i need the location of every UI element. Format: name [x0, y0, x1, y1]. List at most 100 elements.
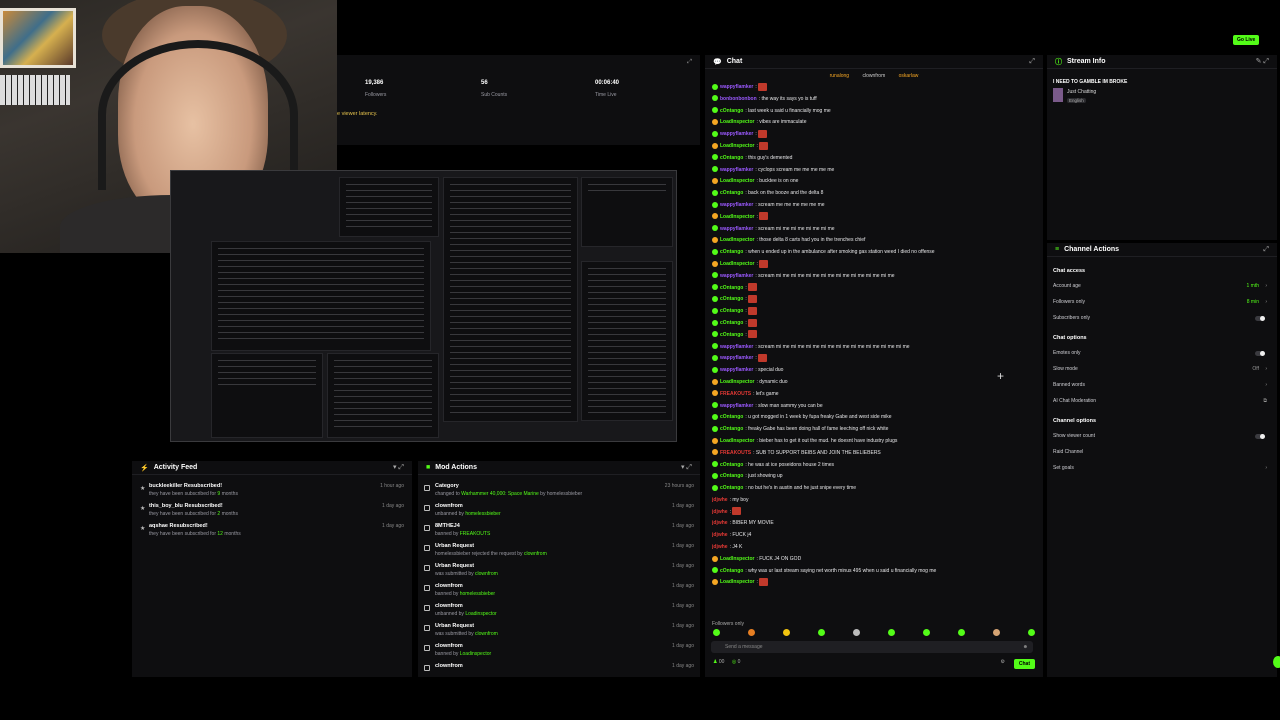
chat-username[interactable]: wappyflamker — [720, 167, 753, 173]
chat-username[interactable]: LoadInspector — [720, 556, 754, 562]
ai-moderation-row[interactable]: AI Chat Moderation ⧉ — [1053, 398, 1267, 408]
chat-username[interactable]: FREAKOUTS — [720, 391, 751, 397]
user-badge-icon — [712, 437, 718, 444]
expand-icon[interactable]: ⤢ — [1029, 58, 1035, 66]
emote-icon[interactable] — [713, 629, 720, 636]
viewer-count-toggle[interactable] — [1255, 434, 1265, 439]
chat-username[interactable]: LoadInspector — [720, 119, 754, 125]
star-icon: ★ — [140, 486, 146, 492]
emote-icon[interactable] — [853, 629, 860, 636]
expand-icon[interactable]: ⤢ — [1263, 246, 1269, 254]
chat-username[interactable]: LoadInspector — [720, 178, 754, 184]
go-live-button[interactable]: Go Live — [1233, 35, 1260, 45]
chat-message: cOntango: — [712, 283, 1037, 295]
chat-username[interactable]: wappyflamker — [720, 84, 753, 90]
chat-username[interactable]: wappyflamker — [720, 403, 753, 409]
chat-username[interactable]: wappyflamker — [720, 273, 753, 279]
chat-username[interactable]: cOntango — [720, 414, 743, 420]
chat-username[interactable]: LoadInspector — [720, 237, 754, 243]
user-badge-icon — [712, 579, 718, 586]
chat-username[interactable]: jdjwhe — [712, 497, 728, 503]
chat-username[interactable]: cOntango — [720, 285, 743, 291]
chat-username[interactable]: wappyflamker — [720, 344, 753, 350]
raid-channel-row[interactable]: Raid Channel — [1053, 449, 1267, 459]
chat-username[interactable]: LoadInspector — [720, 379, 754, 385]
chat-message: cOntango: why was ur last stream saying … — [712, 566, 1037, 578]
chat-username[interactable]: cOntango — [720, 108, 743, 114]
followers-only-row[interactable]: Followers only 8 min › — [1053, 299, 1267, 309]
filter-icon[interactable]: ▾ ⤢ — [393, 463, 404, 472]
chat-username[interactable]: wappyflamker — [720, 131, 753, 137]
chat-username[interactable]: cOntango — [720, 426, 743, 432]
stream-preview[interactable] — [170, 170, 677, 442]
chat-username[interactable]: LoadInspector — [720, 579, 754, 585]
chat-username[interactable]: wappyflamker — [720, 355, 753, 361]
subscribers-only-row[interactable]: Subscribers only — [1053, 315, 1267, 325]
floating-action-button[interactable] — [1273, 656, 1280, 668]
chat-username[interactable]: cOntango — [720, 190, 743, 196]
pinned-user[interactable]: runalong — [830, 73, 849, 79]
chat-message: LoadInspector: FUCK J4 ON GOD — [712, 554, 1037, 566]
chat-username[interactable]: cOntango — [720, 296, 743, 302]
chat-username[interactable]: LoadInspector — [720, 438, 754, 444]
emoji-icon[interactable]: ☻ — [1023, 644, 1028, 650]
chat-username[interactable]: cOntango — [720, 485, 743, 491]
set-goals-row[interactable]: Set goals › — [1053, 465, 1267, 475]
chat-username[interactable]: wappyflamker — [720, 202, 753, 208]
chat-username[interactable]: cOntango — [720, 462, 743, 468]
emote-icon[interactable] — [783, 629, 790, 636]
emote-icon[interactable] — [923, 629, 930, 636]
chat-send-button[interactable]: Chat — [1013, 659, 1035, 669]
chat-username[interactable]: cOntango — [720, 155, 743, 161]
banned-words-row[interactable]: Banned words › — [1053, 382, 1267, 392]
emote-icon[interactable] — [818, 629, 825, 636]
pinned-user[interactable]: oskarlaw — [899, 73, 919, 79]
chat-username[interactable]: cOntango — [720, 332, 743, 338]
chat-username[interactable]: FREAKOUTS — [720, 450, 751, 456]
emotes-only-row[interactable]: Emotes only — [1053, 350, 1267, 360]
chat-input[interactable]: Send a message ☻ — [711, 641, 1033, 653]
chat-username[interactable]: jdjwhe — [712, 532, 728, 538]
mod-action-time: 1 day ago — [672, 663, 694, 669]
chat-username[interactable]: jdjwhe — [712, 520, 728, 526]
chat-username[interactable]: bonbonbonbon — [720, 96, 757, 102]
filter-icon[interactable]: ▾ ⤢ — [681, 463, 692, 472]
chat-username[interactable]: cOntango — [720, 473, 743, 479]
emote-icon[interactable] — [748, 629, 755, 636]
chat-username[interactable]: LoadInspector — [720, 143, 754, 149]
chat-username[interactable]: cOntango — [720, 308, 743, 314]
chat-username[interactable]: cOntango — [720, 249, 743, 255]
chat-username[interactable]: LoadInspector — [720, 214, 754, 220]
chat-text: SUB TO SUPPORT BEIBS AND JOIN THE BELIEB… — [755, 449, 881, 456]
emote-icon[interactable] — [1028, 629, 1035, 636]
stat-followers: 19,386 Followers — [365, 80, 386, 98]
chat-text: bucktee is on one — [759, 178, 799, 185]
chat-username[interactable]: jdjwhe — [712, 509, 728, 515]
emotes-only-toggle[interactable] — [1255, 351, 1265, 356]
chat-username[interactable]: jdjwhe — [712, 544, 728, 550]
user-badge-icon — [712, 484, 718, 491]
user-badge-icon — [712, 296, 718, 303]
emote-icon[interactable] — [888, 629, 895, 636]
show-viewer-count-row[interactable]: Show viewer count — [1053, 433, 1267, 443]
mod-action-title: Urban Request — [435, 563, 475, 569]
subscribers-only-toggle[interactable] — [1255, 316, 1265, 321]
chat-username[interactable]: wappyflamker — [720, 226, 753, 232]
settings-icon[interactable]: ⚙ — [1001, 659, 1005, 665]
user-badge-icon — [712, 402, 718, 409]
slow-mode-row[interactable]: Slow mode Off › — [1053, 366, 1267, 376]
pinned-user[interactable]: clownfrom — [862, 73, 885, 79]
chat-message: jdjwhe: FUCK j4 — [712, 532, 752, 539]
emote-icon[interactable] — [993, 629, 1000, 636]
chat-message: LoadInspector: vibes are immaculate — [712, 117, 1037, 129]
chat-username[interactable]: cOntango — [720, 568, 743, 574]
expand-icon[interactable]: ⤢ — [687, 59, 692, 66]
edit-icon[interactable]: ✎ ⤢ — [1256, 57, 1269, 66]
chat-username[interactable]: wappyflamker — [720, 367, 753, 373]
chat-username[interactable]: LoadInspector — [720, 261, 754, 267]
emote-icon[interactable] — [958, 629, 965, 636]
panel-title: Chat — [726, 58, 743, 65]
account-age-row[interactable]: Account age 1 mth › — [1053, 283, 1267, 293]
mod-action-detail: banned by FREAKOUTS — [435, 531, 491, 537]
chat-username[interactable]: cOntango — [720, 320, 743, 326]
